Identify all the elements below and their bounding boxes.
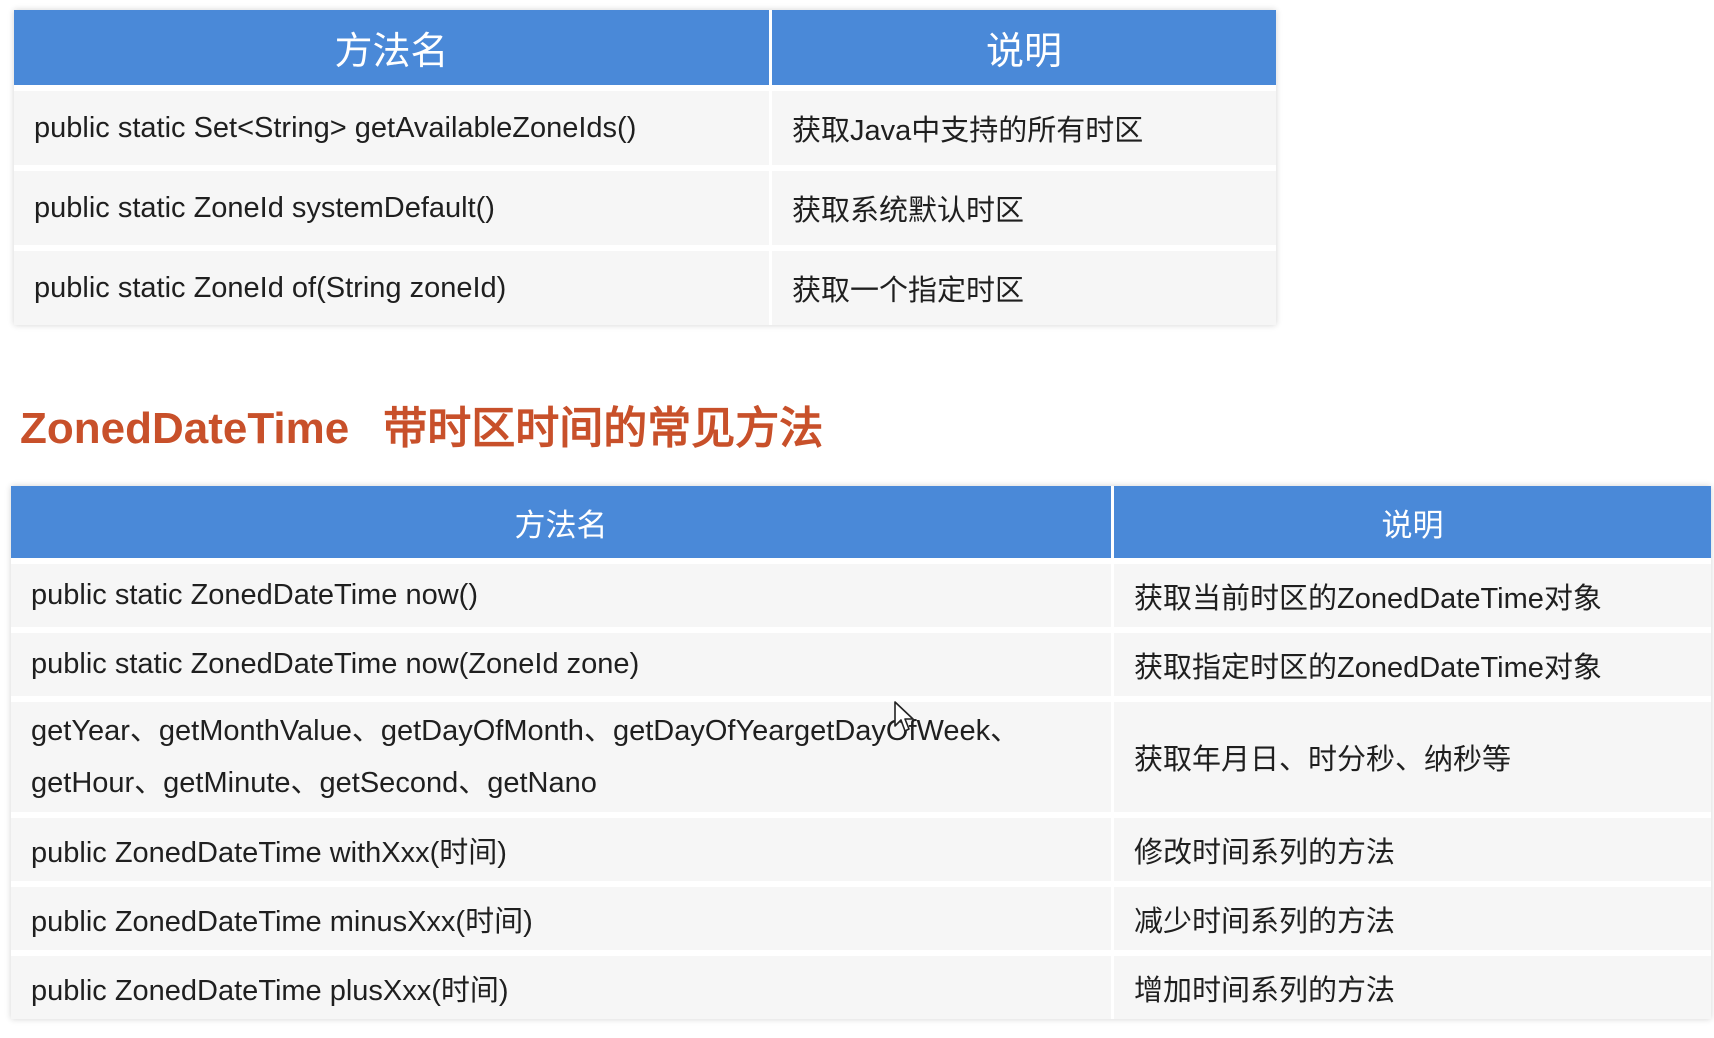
description-cell: 获取Java中支持的所有时区 <box>769 85 1276 165</box>
table-row: public static ZoneId of(String zoneId) 获… <box>14 245 1276 325</box>
header-method-name: 方法名 <box>11 486 1111 558</box>
table-row: public static ZoneId systemDefault() 获取系… <box>14 165 1276 245</box>
section-title-cn: 带时区时间的常见方法 <box>383 404 824 453</box>
description-cell: 修改时间系列的方法 <box>1111 812 1711 881</box>
table-header-row: 方法名 说明 <box>14 10 1276 85</box>
table-row: public static ZonedDateTime now(ZoneId z… <box>11 627 1711 696</box>
description-cell: 获取系统默认时区 <box>769 165 1276 245</box>
table-row: public ZonedDateTime withXxx(时间) 修改时间系列的… <box>11 812 1711 881</box>
method-cell: getYear、getMonthValue、getDayOfMonth、getD… <box>11 696 1111 812</box>
method-cell: public static ZonedDateTime now(ZoneId z… <box>11 627 1111 696</box>
description-cell: 减少时间系列的方法 <box>1111 881 1711 950</box>
method-cell: public static ZonedDateTime now() <box>11 558 1111 627</box>
description-cell: 获取当前时区的ZonedDateTime对象 <box>1111 558 1711 627</box>
section-heading: ZonedDateTime 带时区时间的常见方法 <box>20 392 823 456</box>
mouse-pointer-icon <box>894 701 914 732</box>
header-method-name: 方法名 <box>14 10 769 85</box>
header-description: 说明 <box>1111 486 1711 558</box>
method-cell: public ZonedDateTime plusXxx(时间) <box>11 950 1111 1019</box>
method-cell: public static Set<String> getAvailableZo… <box>14 85 769 165</box>
method-cell: public static ZoneId of(String zoneId) <box>14 245 769 325</box>
description-cell: 获取一个指定时区 <box>769 245 1276 325</box>
table-row: public ZonedDateTime minusXxx(时间) 减少时间系列… <box>11 881 1711 950</box>
method-line: getHour、getMinute、getSecond、getNano <box>31 767 597 799</box>
section-title-en: ZonedDateTime <box>20 404 350 453</box>
description-cell: 获取指定时区的ZonedDateTime对象 <box>1111 627 1711 696</box>
table-row: public static Set<String> getAvailableZo… <box>14 85 1276 165</box>
table-header-row: 方法名 说明 <box>11 486 1711 558</box>
method-line: getYear、getMonthValue、getDayOfMonth、getD… <box>31 715 1020 747</box>
method-cell: public ZonedDateTime minusXxx(时间) <box>11 881 1111 950</box>
table-row: public ZonedDateTime plusXxx(时间) 增加时间系列的… <box>11 950 1711 1019</box>
table-row: getYear、getMonthValue、getDayOfMonth、getD… <box>11 696 1711 812</box>
header-description: 说明 <box>769 10 1276 85</box>
zoneid-methods-table: 方法名 说明 public static Set<String> getAvai… <box>14 10 1276 325</box>
description-cell: 获取年月日、时分秒、纳秒等 <box>1111 696 1711 812</box>
zoneddatetime-methods-table: 方法名 说明 public static ZonedDateTime now()… <box>11 486 1711 1019</box>
description-cell: 增加时间系列的方法 <box>1111 950 1711 1019</box>
method-cell: public static ZoneId systemDefault() <box>14 165 769 245</box>
method-cell: public ZonedDateTime withXxx(时间) <box>11 812 1111 881</box>
table-row: public static ZonedDateTime now() 获取当前时区… <box>11 558 1711 627</box>
